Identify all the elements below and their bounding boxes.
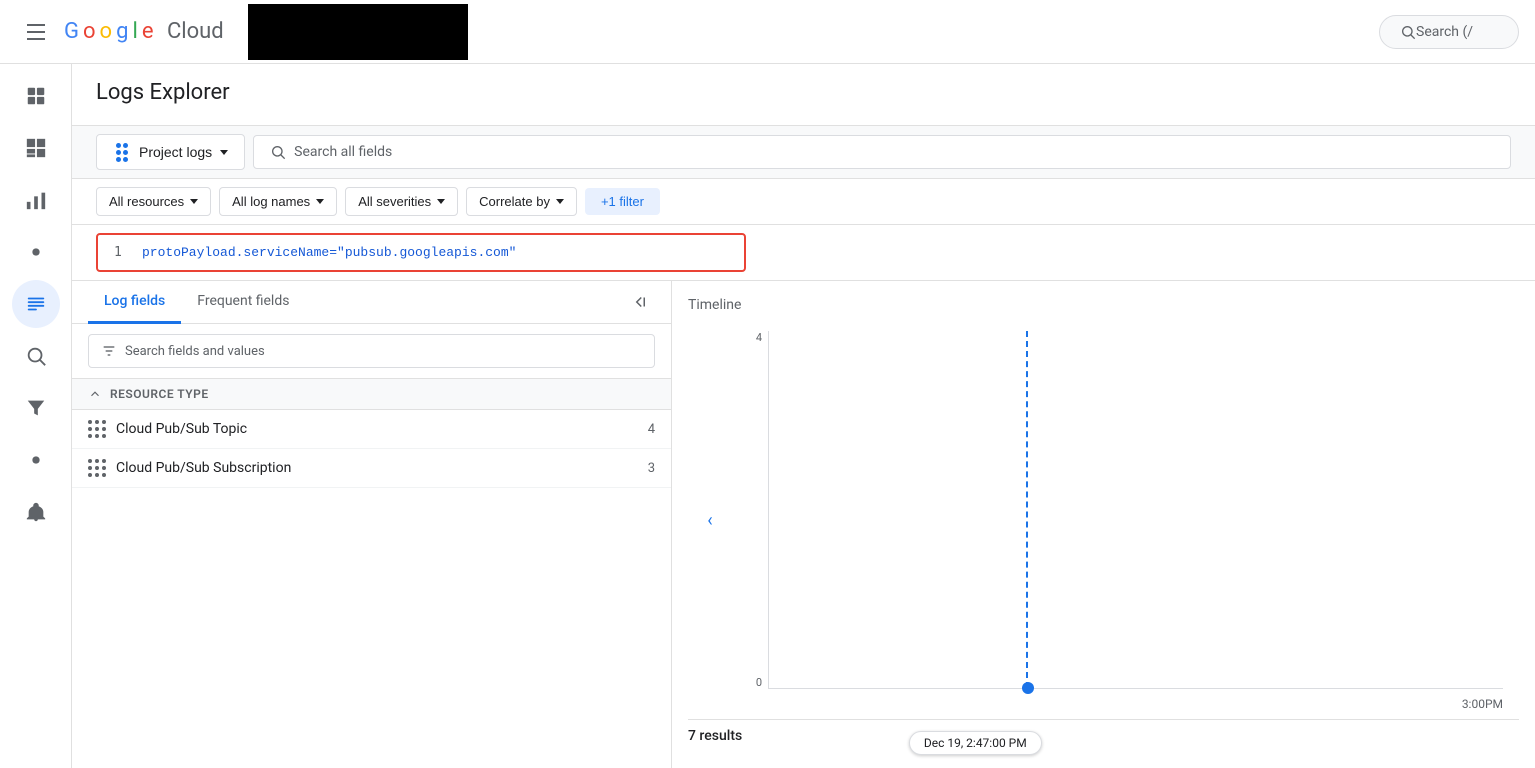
logo-g: G (64, 19, 79, 44)
sidebar-icon-home[interactable] (12, 72, 60, 120)
all-severities-button[interactable]: All severities (345, 187, 458, 216)
filter-icon (101, 343, 117, 359)
resource-type-label: RESOURCE TYPE (110, 387, 209, 401)
nav-black-block (248, 4, 468, 60)
timeline-tooltip: Dec 19, 2:47:00 PM (909, 731, 1042, 755)
toolbar-row: Project logs Search all fields (72, 126, 1535, 179)
timeline-area: ‹ 4 0 Dec 19, 2:47:00 PM 3:00PM (688, 321, 1519, 720)
more-filter-button[interactable]: +1 filter (585, 188, 660, 215)
all-resources-button[interactable]: All resources (96, 187, 211, 216)
all-resources-label: All resources (109, 194, 184, 209)
page-header: Logs Explorer (72, 64, 1535, 126)
sidebar-icon-bell[interactable] (12, 488, 60, 536)
timeline-y-max: 4 (756, 331, 766, 344)
resource-name: Cloud Pub/Sub Topic (116, 421, 638, 437)
query-line-number: 1 (114, 245, 130, 260)
google-logo: Google Cloud (64, 19, 224, 44)
search-all-fields-icon (270, 144, 286, 160)
chevron-up-icon (88, 387, 102, 401)
sidebar-icon-logs[interactable] (12, 280, 60, 328)
correlate-by-button[interactable]: Correlate by (466, 187, 577, 216)
tab-frequent-fields[interactable]: Frequent fields (181, 281, 305, 324)
all-log-names-label: All log names (232, 194, 310, 209)
logo-o2: o (100, 19, 113, 44)
timeline-3pm-label: 3:00PM (1462, 697, 1503, 711)
all-severities-chevron (437, 199, 445, 204)
list-item[interactable]: Cloud Pub/Sub Topic 4 (72, 410, 671, 449)
results-count: 7 results (688, 720, 1519, 752)
list-item[interactable]: Cloud Pub/Sub Subscription 3 (72, 449, 671, 488)
search-fields-bar: Search fields and values (72, 324, 671, 379)
all-log-names-button[interactable]: All log names (219, 187, 337, 216)
logo-cloud: Cloud (167, 19, 224, 44)
page-title: Logs Explorer (96, 80, 1511, 105)
logo-g2: g (116, 19, 128, 44)
query-box[interactable]: 1 protoPayload.serviceName="pubsub.googl… (96, 233, 746, 272)
main-layout: Logs Explorer Project logs Search all fi… (0, 64, 1535, 768)
timeline-dot (1022, 682, 1034, 694)
logo-o1: o (83, 19, 96, 44)
right-panel: Timeline ‹ 4 0 Dec 19, 2:47:00 PM 3:00PM (672, 281, 1535, 768)
search-fields-placeholder: Search fields and values (125, 344, 265, 359)
resource-name: Cloud Pub/Sub Subscription (116, 460, 638, 476)
search-all-fields-placeholder: Search all fields (294, 144, 392, 160)
sidebar-icon-metrics[interactable] (12, 176, 60, 224)
content-area: Logs Explorer Project logs Search all fi… (72, 64, 1535, 768)
hamburger-menu[interactable] (16, 12, 56, 52)
nav-search-button[interactable]: Search (/ (1379, 15, 1519, 49)
timeline-grid (768, 331, 1503, 689)
sidebar-icon-dot[interactable] (12, 228, 60, 276)
project-logs-button[interactable]: Project logs (96, 134, 245, 170)
sidebar-icon-search[interactable] (12, 332, 60, 380)
logo-e: e (142, 19, 154, 44)
top-nav: Google Cloud Search (/ (0, 0, 1535, 64)
project-logs-icon (113, 143, 131, 161)
sidebar (0, 64, 72, 768)
search-all-fields-input[interactable]: Search all fields (253, 135, 1511, 169)
all-severities-label: All severities (358, 194, 431, 209)
resource-type-header: RESOURCE TYPE (72, 379, 671, 410)
search-fields-input[interactable]: Search fields and values (88, 334, 655, 368)
query-text: protoPayload.serviceName="pubsub.googlea… (142, 245, 516, 260)
timeline-y-axis: 4 0 (736, 331, 766, 689)
tab-log-fields[interactable]: Log fields (88, 281, 181, 324)
more-filter-label: +1 filter (601, 194, 644, 209)
timeline-y-min: 0 (756, 676, 766, 689)
tabs-bar: Log fields Frequent fields (72, 281, 671, 324)
bottom-split: Log fields Frequent fields Search fie (72, 281, 1535, 768)
project-logs-label: Project logs (139, 144, 212, 160)
resource-count: 3 (648, 461, 655, 476)
query-area: 1 protoPayload.serviceName="pubsub.googl… (72, 225, 1535, 281)
timeline-left-arrow[interactable]: ‹ (696, 506, 724, 534)
sidebar-icon-dashboard[interactable] (12, 124, 60, 172)
all-log-names-chevron (316, 199, 324, 204)
timeline-dashed-line (1026, 331, 1028, 688)
cloud-pubsub-topic-icon (88, 420, 106, 438)
collapse-panel-button[interactable] (623, 286, 655, 318)
search-icon (1400, 24, 1416, 40)
nav-search-label: Search (/ (1416, 24, 1473, 40)
all-resources-chevron (190, 199, 198, 204)
filters-row: All resources All log names All severiti… (72, 179, 1535, 225)
resource-count: 4 (648, 422, 655, 437)
correlate-by-label: Correlate by (479, 194, 550, 209)
project-logs-chevron (220, 150, 228, 155)
logo-l: l (132, 19, 137, 44)
cloud-pubsub-sub-icon (88, 459, 106, 477)
sidebar-icon-dot2[interactable] (12, 436, 60, 484)
left-panel: Log fields Frequent fields Search fie (72, 281, 672, 768)
sidebar-icon-filter[interactable] (12, 384, 60, 432)
correlate-by-chevron (556, 199, 564, 204)
timeline-label: Timeline (688, 297, 1519, 313)
